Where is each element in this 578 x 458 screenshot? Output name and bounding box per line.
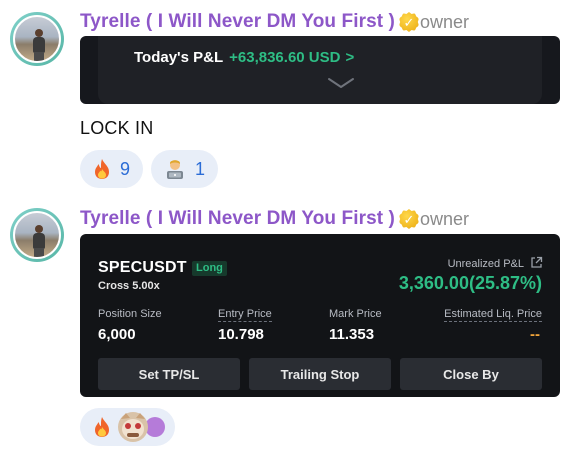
avatar[interactable] [10,208,64,262]
author-name[interactable]: Tyrelle ( I Will Never DM You First ) [80,11,395,33]
unrealized-pnl-label: Unrealized P&L [447,258,524,270]
verified-badge-icon: ✓ [398,12,419,32]
reaction-technologist[interactable]: 1 [151,150,219,188]
mark-price-label: Mark Price [329,308,382,320]
side-badge: Long [192,261,227,276]
close-by-button[interactable]: Close By [400,358,542,390]
liq-price-value: -- [530,326,540,343]
avatar[interactable] [10,12,64,66]
position-size-value: 6,000 [98,326,136,343]
position-card: SPECUSDT Long Cross 5.00x Unrealized P&L… [80,234,560,397]
unrealized-pnl-value: 3,360.00(25.87%) [398,273,542,293]
share-icon[interactable] [530,256,543,269]
set-tpsl-button[interactable]: Set TP/SL [98,358,240,390]
liq-price-label: Estimated Liq. Price [444,308,542,322]
position-size-label: Position Size [98,308,162,320]
technologist-icon [167,160,184,179]
pnl-value: +63,836.60 USD [229,49,341,66]
reaction-count: 1 [195,158,206,179]
chevron-right-icon: > [345,49,355,66]
verified-badge-icon: ✓ [398,209,419,229]
pnl-label: Today's P&L [134,49,224,66]
reaction-group[interactable] [80,408,175,446]
trailing-stop-button[interactable]: Trailing Stop [249,358,391,390]
author-name[interactable]: Tyrelle ( I Will Never DM You First ) [80,208,395,230]
sticker-icon [118,412,165,442]
pnl-embed[interactable]: Today's P&L +63,836.60 USD > [80,36,560,104]
reaction-fire[interactable]: 9 [80,150,144,188]
reaction-count: 9 [120,158,131,179]
message-text: LOCK IN [80,118,154,138]
role-label: owner [419,208,470,229]
role-label: owner [419,11,470,32]
chevron-down-icon[interactable] [326,76,356,90]
symbol: SPECUSDT [98,259,187,276]
fire-icon [95,159,109,179]
entry-price-value: 10.798 [218,326,264,343]
entry-price-label: Entry Price [218,308,272,322]
margin-mode: Cross 5.00x [98,280,160,292]
reactions-bar [80,408,175,446]
reactions-bar: 9 1 [80,150,219,188]
fire-icon [95,417,109,437]
mark-price-value: 11.353 [329,326,375,343]
